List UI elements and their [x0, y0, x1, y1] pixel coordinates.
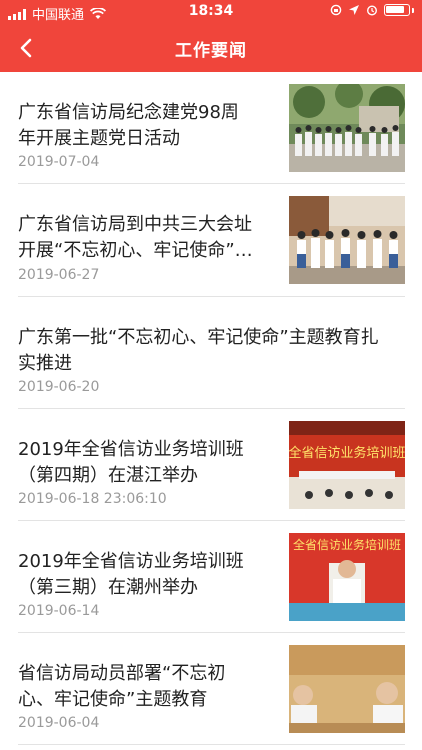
- news-date: 2019-06-20: [18, 379, 100, 395]
- news-item[interactable]: 省信访局动员部署“不忘初 心、牢记使命”主题教育 2019-06-04: [18, 633, 405, 745]
- news-thumbnail: [289, 84, 405, 172]
- news-title-line: 广东第一批“不忘初心、牢记使命”主题教育扎: [18, 327, 379, 348]
- news-title: 广东省信访局到中共三大会址 开展“不忘初心、牢记使命”…: [18, 212, 280, 264]
- news-title-line: 省信访局动员部署“不忘初: [18, 663, 226, 684]
- news-title-line: 心、牢记使命”主题教育: [18, 689, 208, 710]
- news-title-line: 年开展主题党日活动: [18, 128, 180, 149]
- news-title-line: 广东省信访局到中共三大会址: [18, 214, 252, 235]
- news-thumbnail: [289, 645, 405, 733]
- news-title: 广东第一批“不忘初心、牢记使命”主题教育扎 实推进: [18, 325, 405, 377]
- news-item[interactable]: 广东省信访局到中共三大会址 开展“不忘初心、牢记使命”… 2019-06-27: [18, 184, 405, 297]
- banner-text: 全省信访业务培训班: [293, 537, 401, 552]
- news-item[interactable]: 广东省信访局纪念建党98周 年开展主题党日活动 2019-07-04: [18, 72, 405, 184]
- news-title-line: 广东省信访局纪念建党98周: [18, 102, 239, 123]
- location-icon: [349, 5, 359, 15]
- news-item[interactable]: 2019年全省信访业务培训班 （第三期）在潮州举办 2019-06-14 全省信…: [18, 521, 405, 633]
- news-title-line: 2019年全省信访业务培训班: [18, 439, 244, 460]
- news-item[interactable]: 2019年全省信访业务培训班 （第四期）在湛江举办 2019-06-18 23:…: [18, 409, 405, 521]
- app-header: 中国联通 18:34 工作要闻: [0, 0, 422, 72]
- page-title: 工作要闻: [175, 41, 247, 61]
- status-bar: 中国联通 18:34: [0, 0, 422, 24]
- news-title-line: 2019年全省信访业务培训班: [18, 551, 244, 572]
- battery-tip: [412, 7, 414, 13]
- news-date: 2019-06-18 23:06:10: [18, 491, 167, 507]
- news-date: 2019-06-27: [18, 267, 100, 283]
- news-title-line: 实推进: [18, 353, 72, 374]
- news-date: 2019-07-04: [18, 154, 100, 170]
- news-title: 2019年全省信访业务培训班 （第三期）在潮州举办: [18, 549, 280, 601]
- news-thumbnail: 全省信访业务培训班: [289, 533, 405, 621]
- news-item[interactable]: 广东第一批“不忘初心、牢记使命”主题教育扎 实推进 2019-06-20: [18, 297, 405, 409]
- banner-text: 全省信访业务培训班: [289, 445, 405, 461]
- news-thumbnail: 全省信访业务培训班: [289, 421, 405, 509]
- battery-icon: [384, 4, 410, 16]
- news-title-line: （第三期）在潮州举办: [18, 577, 198, 598]
- rotation-lock-icon: [330, 4, 342, 16]
- status-right: [330, 4, 414, 16]
- alarm-icon: [366, 5, 378, 16]
- news-date: 2019-06-04: [18, 715, 100, 731]
- news-title-line: 开展“不忘初心、牢记使命”…: [18, 240, 253, 261]
- news-title-line: （第四期）在湛江举办: [18, 465, 198, 486]
- news-title: 省信访局动员部署“不忘初 心、牢记使命”主题教育: [18, 661, 280, 713]
- news-title: 2019年全省信访业务培训班 （第四期）在湛江举办: [18, 437, 280, 489]
- news-thumbnail: [289, 196, 405, 284]
- nav-bar: 工作要闻: [0, 24, 422, 72]
- news-date: 2019-06-14: [18, 603, 100, 619]
- news-title: 广东省信访局纪念建党98周 年开展主题党日活动: [18, 100, 280, 152]
